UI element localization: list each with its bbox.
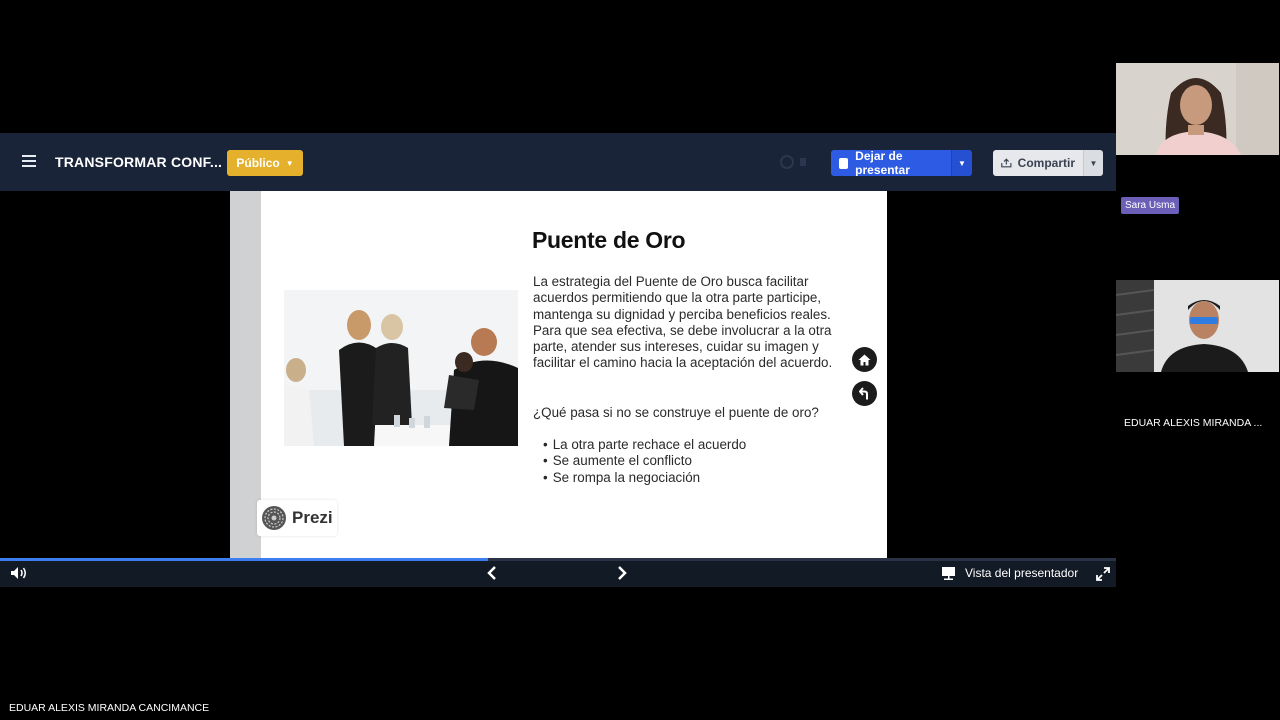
player-controls: Vista del presentador: [0, 561, 1116, 587]
chevron-down-icon: ▼: [285, 158, 294, 168]
home-button[interactable]: [852, 347, 877, 372]
fullscreen-button[interactable]: [1096, 567, 1110, 586]
share-button[interactable]: Compartir: [993, 150, 1083, 176]
participant-name-label: EDUAR ALEXIS MIRANDA ...: [1124, 417, 1263, 429]
home-icon: [858, 354, 871, 365]
participant-video-tile[interactable]: [1116, 280, 1279, 372]
stop-square-icon: [839, 157, 849, 169]
prezi-logo-text: Prezi: [292, 508, 333, 527]
share-button-group: Compartir ▼: [993, 150, 1103, 176]
share-label: Compartir: [1017, 156, 1075, 170]
list-item: Se aumente el conflicto: [543, 453, 746, 469]
chevron-down-icon[interactable]: ▼: [951, 150, 972, 176]
presenter-view-icon: [942, 567, 955, 580]
visibility-label: Público: [236, 156, 280, 170]
list-item: La otra parte rechace el acuerdo: [543, 437, 747, 453]
presenter-view-button[interactable]: Vista del presentador: [941, 566, 1078, 580]
presenter-view-label: Vista del presentador: [965, 566, 1079, 580]
stop-presenting-label: Dejar de presentar: [855, 150, 910, 176]
slide-heading: Puente de Oro: [532, 227, 686, 253]
faded-indicator-icon: [780, 155, 810, 172]
share-upload-icon: [1001, 158, 1012, 168]
previous-step-button[interactable]: [485, 565, 499, 586]
slide-question: ¿Qué pasa si no se construye el puente d…: [533, 405, 819, 420]
menu-icon[interactable]: [22, 153, 40, 171]
prezi-logo-icon: [262, 506, 286, 530]
prezi-logo: Prezi: [257, 500, 337, 536]
stop-presenting-button[interactable]: Dejar de presentar: [831, 150, 951, 176]
back-button[interactable]: [852, 381, 877, 406]
list-item: Se rompa la negociación: [543, 470, 746, 486]
chevron-right-icon: [618, 566, 627, 580]
volume-icon[interactable]: [10, 566, 28, 585]
participant-video-tile[interactable]: [1116, 63, 1279, 155]
slide-canvas: Puente de Oro La estrategia del Puente d…: [230, 191, 887, 559]
slide-bullet-list: La otra parte rechace el acuerdo Se aume…: [543, 437, 747, 486]
presentation-title[interactable]: TRANSFORMAR CONF...: [55, 154, 222, 170]
participant-name-badge: Sara Usma: [1121, 197, 1180, 214]
chevron-down-icon[interactable]: ▼: [1083, 150, 1103, 176]
chevron-left-icon: [487, 566, 496, 580]
slide-paragraph: La estrategia del Puente de Oro busca fa…: [533, 274, 833, 371]
back-arrow-icon: [858, 387, 868, 400]
stop-presenting-button-group: Dejar de presentar ▼: [831, 150, 972, 176]
visibility-button[interactable]: Público ▼: [227, 150, 303, 176]
self-name-label: EDUAR ALEXIS MIRANDA CANCIMANCE: [9, 702, 210, 714]
fullscreen-icon: [1096, 567, 1110, 581]
meeting-photo: [284, 290, 518, 446]
next-step-button[interactable]: [615, 565, 629, 586]
